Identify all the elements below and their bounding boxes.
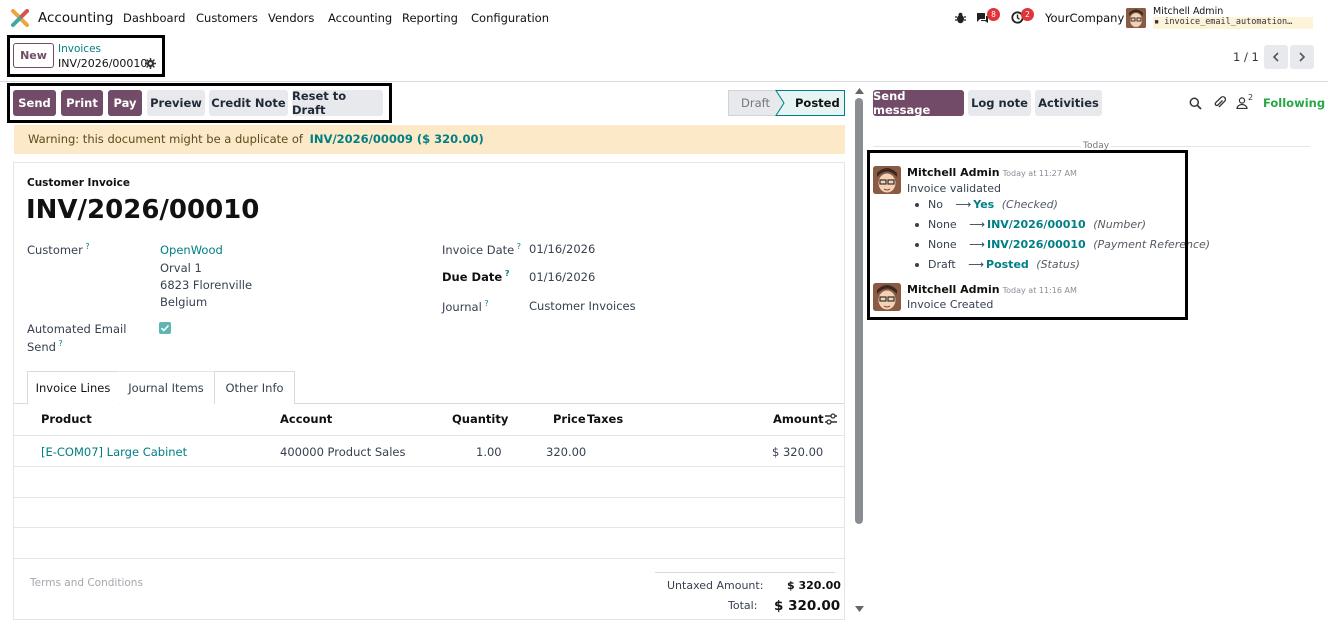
customer-label: Customer ?: [27, 242, 90, 257]
menu-configuration[interactable]: Configuration: [471, 11, 549, 25]
invoice-type-label: Customer Invoice: [27, 177, 130, 189]
user-name[interactable]: Mitchell Admin: [1153, 6, 1223, 17]
duplicate-invoice-link[interactable]: INV/2026/00009 ($ 320.00): [310, 132, 484, 146]
database-icon: ▪: [1154, 17, 1160, 27]
followers-icon[interactable]: [1236, 97, 1248, 109]
col-quantity[interactable]: Quantity: [452, 412, 508, 426]
form-scrollbar[interactable]: [855, 98, 863, 524]
total-label: Total:: [728, 599, 758, 612]
line-product[interactable]: [E-COM07] Large Cabinet: [41, 445, 187, 459]
top-navbar: Accounting Dashboard Customers Vendors A…: [0, 0, 1328, 36]
status-posted[interactable]: Posted: [795, 96, 840, 110]
scroll-up-icon[interactable]: [855, 88, 864, 94]
col-amount[interactable]: Amount: [773, 412, 824, 426]
due-date-label: Due Date ?: [442, 269, 510, 284]
checkmark-icon: [160, 324, 170, 332]
column-settings-icon[interactable]: [824, 413, 838, 425]
pager-previous-button[interactable]: [1264, 45, 1288, 69]
chevron-right-icon: [1299, 52, 1306, 62]
untaxed-amount-value: $ 320.00: [787, 579, 841, 592]
menu-vendors[interactable]: Vendors: [268, 11, 314, 25]
bug-icon[interactable]: [955, 12, 966, 24]
untaxed-amount-label: Untaxed Amount:: [667, 579, 764, 592]
auto-email-label-send: Send ?: [27, 339, 63, 354]
table-header-divider: [14, 435, 844, 436]
tab-other-info[interactable]: Other Info: [214, 371, 295, 404]
send-message-button[interactable]: Send message: [873, 89, 964, 117]
menu-dashboard[interactable]: Dashboard: [123, 11, 185, 25]
tab-journal-items[interactable]: Journal Items: [118, 371, 215, 404]
accounting-app-icon[interactable]: [11, 9, 29, 27]
auto-email-label: Automated Email: [27, 322, 127, 336]
messages-count-badge: 8: [987, 8, 1000, 21]
database-label: invoice_email_automation…: [1164, 17, 1293, 27]
line-amount[interactable]: $ 320.00: [772, 445, 823, 459]
followers-count[interactable]: 2: [1248, 93, 1253, 102]
journal-label: Journal ?: [442, 299, 489, 314]
line-price[interactable]: 320.00: [546, 445, 586, 459]
menu-customers[interactable]: Customers: [196, 11, 258, 25]
pager-next-button[interactable]: [1290, 45, 1314, 69]
search-icon[interactable]: [1189, 97, 1202, 110]
line-account[interactable]: 400000 Product Sales: [280, 445, 405, 459]
customer-address-line3: Belgium: [160, 295, 208, 309]
status-bar: Draft Posted: [728, 90, 845, 116]
paperclip-icon[interactable]: [1213, 96, 1226, 110]
chevron-left-icon: [1272, 52, 1279, 62]
log-note-button[interactable]: Log note: [968, 90, 1031, 116]
customer-name[interactable]: OpenWood: [160, 243, 223, 257]
due-date-value[interactable]: 01/16/2026: [529, 270, 595, 284]
terms-conditions-field[interactable]: Terms and Conditions: [30, 577, 143, 589]
customer-address-line2: 6823 Florenville: [160, 278, 253, 292]
row-divider: [14, 527, 844, 528]
app-title[interactable]: Accounting: [38, 10, 113, 26]
avatar-face-icon: [1126, 8, 1146, 28]
control-panel: [0, 36, 1328, 82]
line-quantity[interactable]: 1.00: [476, 445, 502, 459]
company-switcher[interactable]: YourCompany: [1045, 11, 1124, 25]
total-value: $ 320.00: [774, 598, 841, 614]
auto-email-checkbox[interactable]: [159, 322, 171, 334]
notebook-tabs: Invoice Lines Journal Items Other Info: [14, 371, 844, 405]
status-draft[interactable]: Draft: [741, 96, 770, 110]
col-product[interactable]: Product: [41, 412, 92, 426]
scroll-down-icon[interactable]: [855, 606, 864, 612]
row-divider: [14, 558, 844, 559]
duplicate-warning-text: Warning: this document might be a duplic…: [28, 132, 303, 146]
tab-invoice-lines[interactable]: Invoice Lines: [27, 371, 119, 405]
totals-divider: [655, 572, 835, 573]
highlight-box-chatter: [867, 150, 1188, 320]
row-divider: [14, 466, 844, 467]
duplicate-warning: Warning: this document might be a duplic…: [14, 125, 845, 154]
invoice-date-label: Invoice Date ?: [442, 242, 522, 257]
invoice-number: INV/2026/00010: [26, 195, 260, 225]
activities-button[interactable]: Activities: [1035, 90, 1102, 116]
customer-address-line1: Orval 1: [160, 261, 202, 275]
col-price[interactable]: Price: [553, 412, 586, 426]
menu-reporting[interactable]: Reporting: [402, 11, 458, 25]
user-avatar[interactable]: [1126, 8, 1146, 28]
col-taxes[interactable]: Taxes: [587, 412, 623, 426]
following-status[interactable]: Following: [1263, 96, 1325, 110]
menu-accounting[interactable]: Accounting: [328, 11, 392, 25]
database-name: ▪ invoice_email_automation…: [1153, 17, 1313, 29]
highlight-box-breadcrumb: [7, 35, 165, 77]
row-divider: [14, 497, 844, 498]
activities-count-badge: 2: [1021, 8, 1034, 21]
col-account[interactable]: Account: [280, 412, 332, 426]
pager-value[interactable]: 1 / 1: [1233, 50, 1259, 64]
invoice-date-value[interactable]: 01/16/2026: [529, 242, 595, 256]
journal-value[interactable]: Customer Invoices: [529, 299, 636, 313]
highlight-box-actions: [7, 83, 392, 123]
